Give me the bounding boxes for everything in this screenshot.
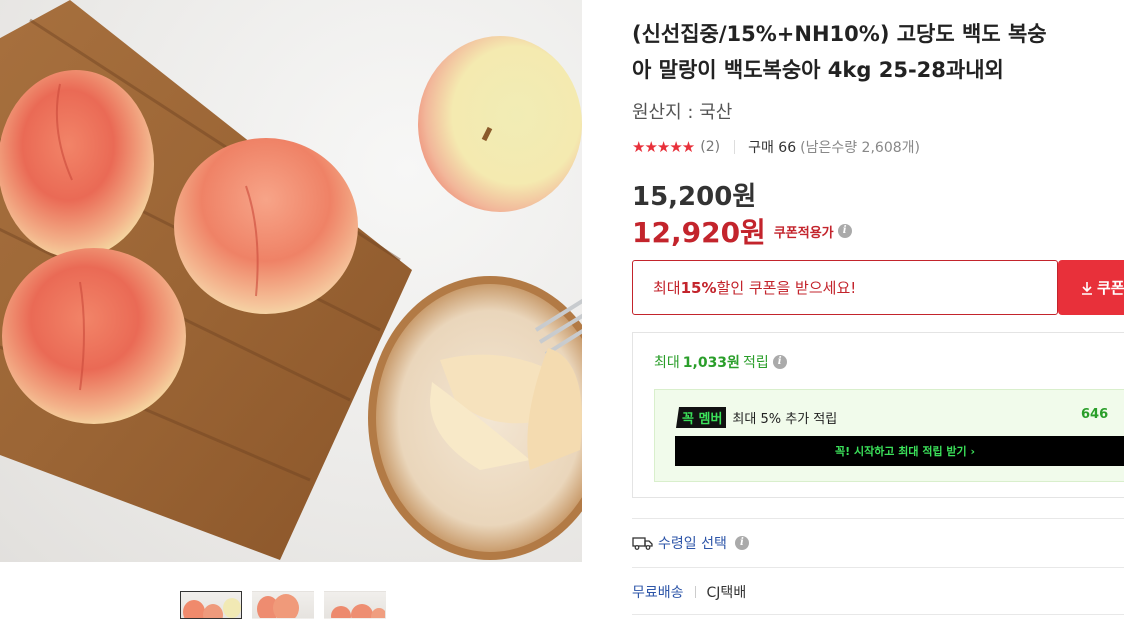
original-price: 15,200원	[632, 182, 757, 212]
thumbnail-3[interactable]	[324, 591, 386, 619]
product-info-panel: (신선집중/15%+NH10%) 고당도 백도 복숭 아 말랑이 백도복숭아 4…	[632, 0, 1124, 619]
divider	[632, 567, 1124, 568]
product-title-line2: 아 말랑이 백도복숭아 4kg 25-28과내외	[632, 58, 1004, 82]
divider	[694, 586, 696, 598]
shipping-row: 무료배송 CJ택배	[632, 582, 746, 602]
coupon-banner[interactable]: 최대 15% 할인 쿠폰을 받으세요!	[632, 260, 1058, 315]
download-icon	[1082, 281, 1092, 295]
membership-box: 꼭 멤버 최대 5% 추가 적립 646 꼭! 시작하고 최대 적립 받기 ›	[654, 389, 1124, 482]
points-amount: 1,033원	[682, 355, 740, 371]
origin-label: 원산지 : 국산	[632, 102, 733, 123]
sale-price: 12,920원	[632, 216, 766, 249]
sale-price-row: 12,920원 쿠폰적용가 i	[632, 211, 852, 251]
courier-label: CJ택배	[706, 585, 747, 601]
points-prefix: 최대	[654, 355, 680, 371]
coupon-percent: 15%	[680, 278, 717, 297]
free-shipping-label: 무료배송	[632, 585, 684, 601]
thumbnail-strip	[180, 591, 386, 619]
divider	[632, 614, 1124, 615]
membership-extra-points: 646	[1081, 407, 1109, 422]
peach-photo	[0, 0, 582, 560]
rating-row: ★★★★★ (2) 구매 66 (남은수량 2,608개)	[632, 137, 920, 157]
coupon-price-label: 쿠폰적용가	[773, 225, 834, 241]
rating-stars-icon: ★★★★★	[632, 138, 695, 156]
membership-logo: 꼭 멤버	[676, 407, 727, 428]
info-icon[interactable]: i	[772, 355, 787, 369]
membership-text: 최대 5% 추가 적립	[732, 412, 838, 427]
membership-join-button[interactable]: 꼭! 시작하고 최대 적립 받기 ›	[675, 436, 1124, 466]
product-main-image[interactable]	[0, 0, 582, 562]
points-box: 최대 1,033원 적립 i 꼭 멤버 최대 5% 추가 적립 646 꼭! 시…	[632, 332, 1124, 498]
coupon-button-label: 쿠폰	[1097, 279, 1124, 297]
truck-icon	[632, 537, 653, 550]
coupon-text-prefix: 최대	[653, 279, 681, 297]
info-icon[interactable]: i	[837, 224, 852, 238]
product-title-line1: (신선집중/15%+NH10%) 고당도 백도 복숭	[632, 22, 1047, 46]
thumbnail-2[interactable]	[252, 591, 314, 619]
divider	[632, 518, 1124, 519]
stock-remaining: (남은수량 2,608개)	[800, 140, 920, 156]
coupon-text-suffix: 할인 쿠폰을 받으세요!	[716, 279, 857, 297]
review-count-link[interactable]: (2)	[700, 139, 720, 155]
product-title: (신선집중/15%+NH10%) 고당도 백도 복숭 아 말랑이 백도복숭아 4…	[632, 16, 1124, 88]
points-title: 최대 1,033원 적립 i	[654, 352, 787, 372]
divider	[734, 140, 736, 154]
coupon-download-button[interactable]: 쿠폰	[1058, 260, 1124, 315]
thumbnail-1[interactable]	[180, 591, 242, 619]
info-icon[interactable]: i	[734, 536, 749, 550]
purchase-count: 구매 66	[748, 140, 797, 156]
delivery-date-select[interactable]: 수령일 선택 i	[632, 533, 749, 553]
points-suffix: 적립	[742, 355, 769, 371]
delivery-date-label: 수령일 선택	[658, 536, 727, 552]
membership-row: 꼭 멤버 최대 5% 추가 적립	[676, 407, 837, 428]
